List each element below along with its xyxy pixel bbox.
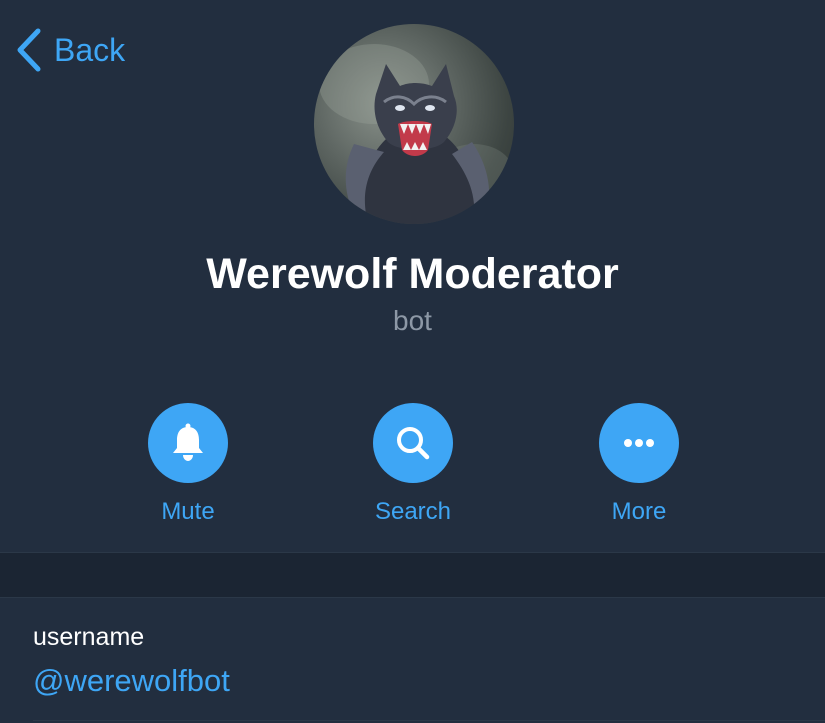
profile-header: Back Werewolf Moderator bot Mute Search … (0, 0, 825, 552)
section-divider (0, 552, 825, 598)
more-label: More (611, 498, 667, 525)
more-icon (624, 439, 654, 447)
bell-icon (173, 423, 203, 461)
search-button[interactable]: Search (343, 403, 483, 529)
profile-subtitle: bot (393, 305, 432, 336)
search-icon (397, 427, 430, 460)
mute-circle[interactable] (148, 403, 228, 483)
username-link[interactable]: @werewolfbot (33, 660, 230, 702)
search-circle[interactable] (373, 403, 453, 483)
werewolf-avatar-icon (319, 44, 514, 224)
more-circle[interactable] (599, 403, 679, 483)
back-button[interactable]: Back (14, 27, 125, 73)
bot-avatar[interactable] (314, 24, 514, 224)
back-label: Back (54, 32, 126, 68)
mute-button[interactable]: Mute (118, 403, 258, 529)
mute-label: Mute (161, 498, 215, 525)
chevron-left-icon (17, 28, 41, 72)
search-label: Search (374, 498, 452, 525)
info-separator (33, 720, 825, 721)
more-button[interactable]: More (569, 403, 709, 529)
profile-name: Werewolf Moderator (206, 250, 619, 298)
username-label: username (33, 623, 145, 651)
info-section: username @werewolfbot (0, 598, 825, 723)
